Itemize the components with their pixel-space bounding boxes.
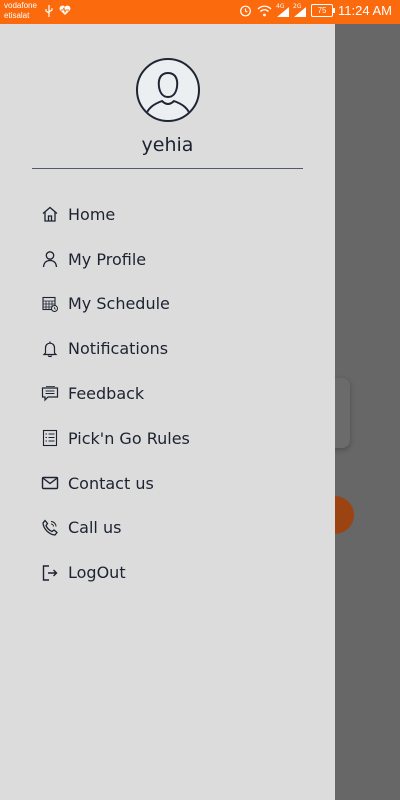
signal-2-label: 2G: [293, 3, 302, 10]
menu-item-pickn-go-rules[interactable]: Pick'n Go Rules: [40, 416, 190, 461]
carrier-2: etisalat: [4, 11, 30, 20]
profile-icon: [40, 249, 60, 269]
signal-1-label: 4G: [276, 3, 285, 10]
signal-1: 4G: [276, 3, 290, 17]
menu-item-call-us[interactable]: Call us: [40, 506, 190, 551]
battery-indicator: 75: [311, 4, 336, 17]
menu-item-contact-us[interactable]: Contact us: [40, 461, 190, 506]
signal-2: 2G: [293, 3, 307, 17]
status-bar: vodafone etisalat 4G 2G 75 11:24 AM: [0, 0, 400, 24]
divider: [32, 168, 303, 169]
menu-item-label: Feedback: [68, 384, 145, 404]
mail-icon: [40, 473, 60, 493]
bell-icon: [40, 339, 60, 359]
health-heart-icon: [59, 5, 71, 16]
clock: 11:24 AM: [338, 3, 392, 18]
carrier-1: vodafone: [4, 1, 37, 10]
menu-item-logout[interactable]: LogOut: [40, 550, 190, 595]
usb-icon: [45, 5, 53, 17]
avatar[interactable]: [136, 58, 200, 122]
rules-list-icon: [40, 428, 60, 448]
drawer-menu: Home My Profile My Schedule Notification…: [40, 192, 190, 595]
status-right-icons: 4G 2G 75 11:24 AM: [239, 3, 392, 18]
user-avatar-icon: [144, 71, 192, 119]
menu-item-notifications[interactable]: Notifications: [40, 326, 190, 371]
feedback-icon: [40, 384, 60, 404]
menu-item-label: Notifications: [68, 339, 169, 359]
wifi-icon: [257, 5, 272, 16]
alarm-icon: [240, 5, 251, 17]
menu-item-label: Pick'n Go Rules: [68, 428, 190, 448]
menu-item-home[interactable]: Home: [40, 192, 190, 237]
menu-item-label: My Profile: [68, 249, 147, 269]
menu-item-my-profile[interactable]: My Profile: [40, 237, 190, 282]
logout-icon: [40, 563, 60, 583]
menu-item-label: Home: [68, 204, 116, 224]
menu-item-feedback[interactable]: Feedback: [40, 371, 190, 416]
navigation-drawer: yehia Home My Profile My Schedule Notifi…: [0, 24, 335, 800]
carrier-names: vodafone etisalat: [4, 1, 37, 21]
menu-item-label: Call us: [68, 518, 122, 538]
status-left-icons: [44, 5, 71, 17]
menu-item-my-schedule[interactable]: My Schedule: [40, 282, 190, 327]
phone-icon: [40, 518, 60, 538]
menu-item-label: LogOut: [68, 563, 126, 583]
home-icon: [40, 204, 60, 224]
menu-item-label: My Schedule: [68, 294, 170, 314]
schedule-icon: [40, 294, 60, 314]
menu-item-label: Contact us: [68, 473, 154, 493]
user-name: yehia: [141, 134, 194, 156]
